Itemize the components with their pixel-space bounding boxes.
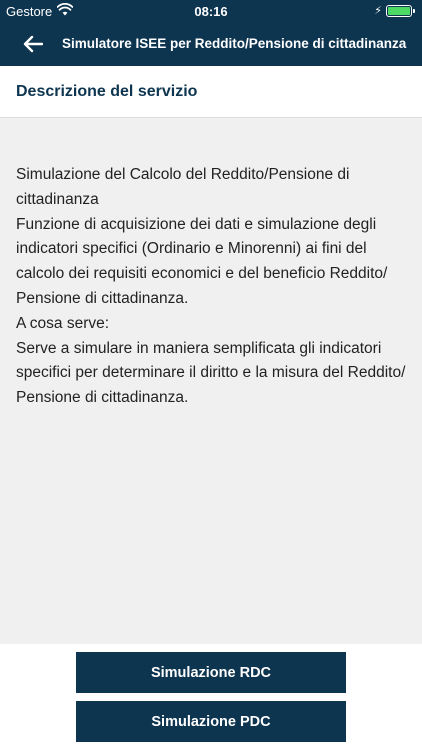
description-paragraph: Funzione di acquisizione dei dati e simu… (16, 215, 388, 307)
button-footer: Simulazione RDC Simulazione PDC (0, 644, 422, 750)
charging-icon: ⚡ (374, 5, 382, 17)
clock: 08:16 (194, 4, 228, 19)
section-title: Descrizione del servizio (16, 83, 198, 100)
section-header: Descrizione del servizio (0, 66, 422, 118)
description-paragraph: Simulazione del Calcolo del Reddito/Pens… (16, 166, 350, 208)
battery-icon (386, 5, 415, 17)
arrow-left-icon (23, 35, 43, 53)
battery-level (388, 7, 410, 15)
service-description: Simulazione del Calcolo del Reddito/Pens… (16, 163, 410, 411)
description-panel: Simulazione del Calcolo del Reddito/Pens… (0, 118, 422, 644)
page-title: Simulatore ISEE per Reddito/Pensione di … (62, 36, 407, 51)
status-bar: Gestore 08:16 ⚡ (0, 0, 422, 22)
simulazione-rdc-button[interactable]: Simulazione RDC (76, 652, 346, 693)
back-button[interactable] (18, 30, 48, 58)
simulazione-pdc-button[interactable]: Simulazione PDC (76, 701, 346, 742)
description-paragraph: Serve a simulare in maniera semplificata… (16, 339, 406, 407)
navigation-bar: Simulatore ISEE per Reddito/Pensione di … (0, 22, 422, 66)
description-paragraph: A cosa serve: (16, 314, 110, 332)
